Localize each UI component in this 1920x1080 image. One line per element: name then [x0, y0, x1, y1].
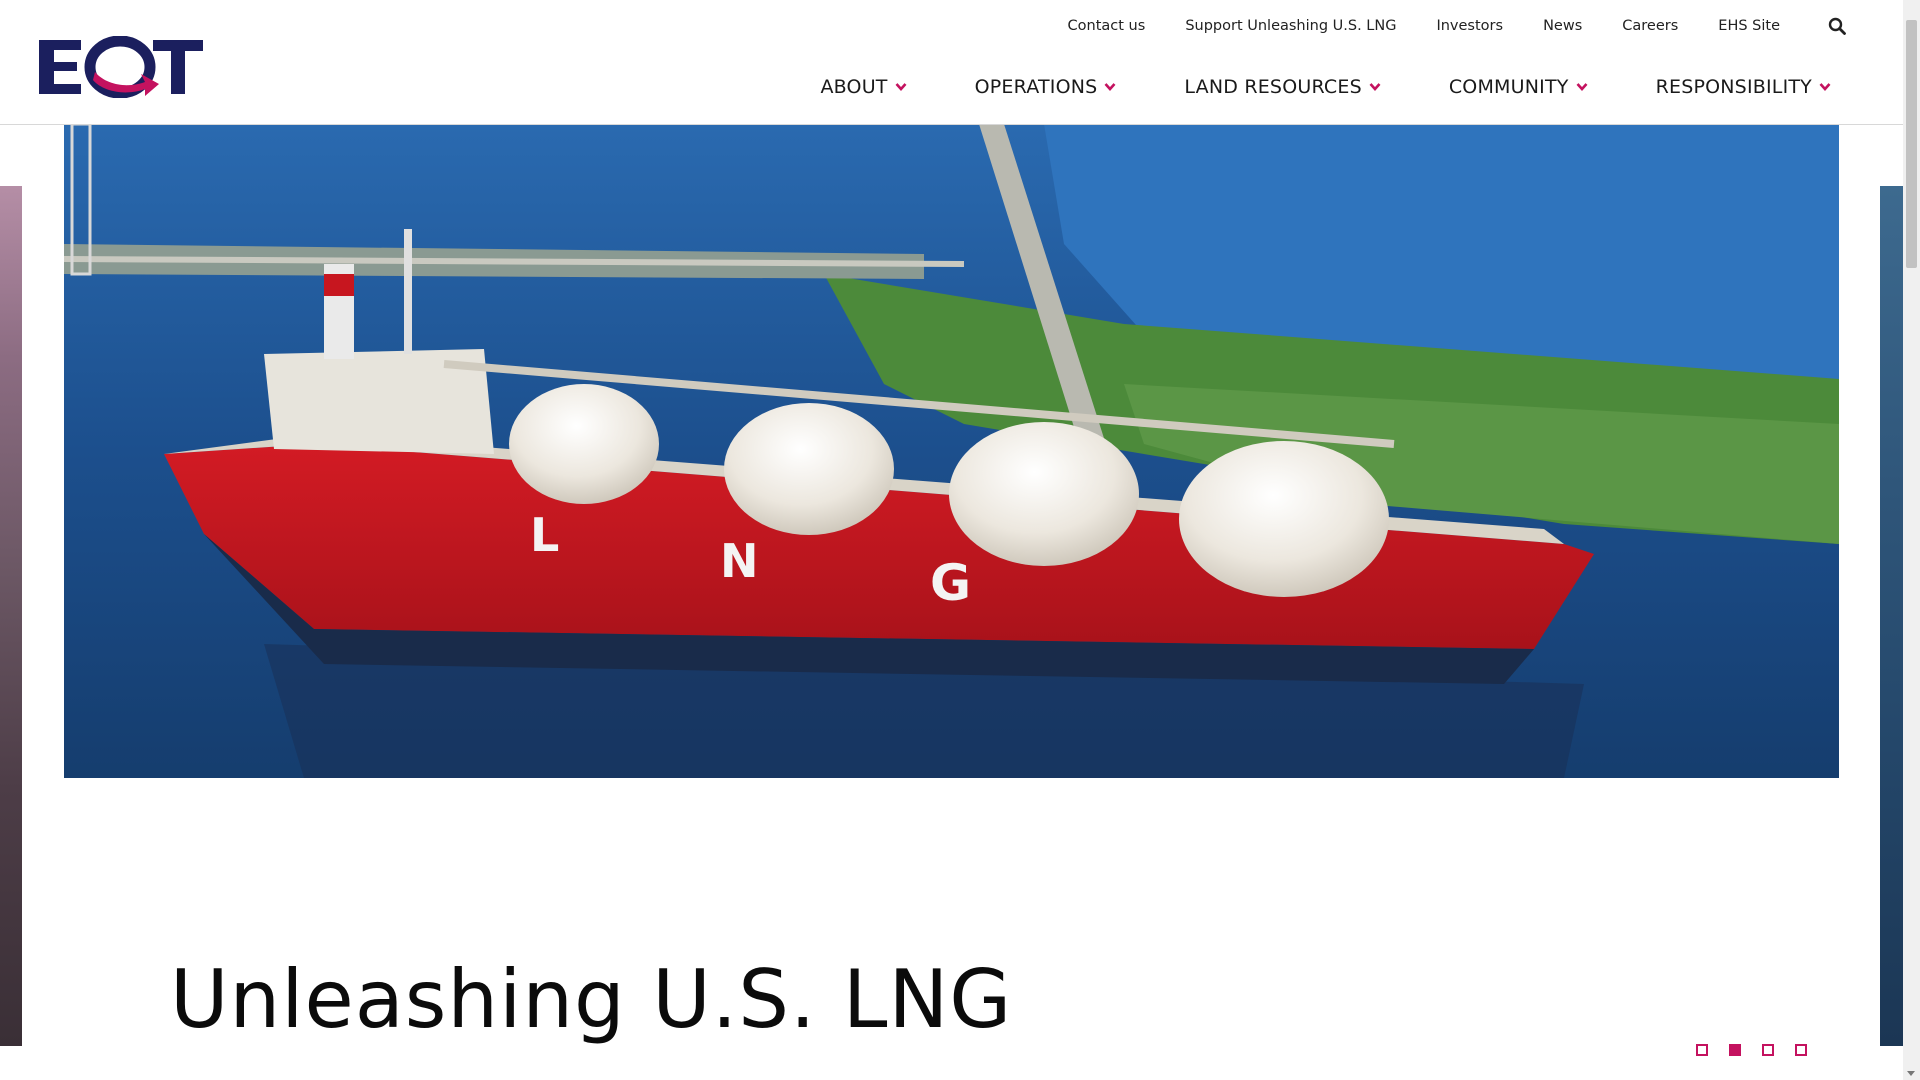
scrollbar-thumb[interactable] [1906, 20, 1917, 268]
nav-operations-label: OPERATIONS [974, 76, 1098, 98]
previous-slide-peek[interactable] [0, 186, 22, 1046]
support-unleashing-lng-link[interactable]: Support Unleashing U.S. LNG [1185, 18, 1396, 34]
page-scrollbar[interactable] [1903, 0, 1920, 1080]
chevron-down-icon [1576, 83, 1588, 91]
investors-link[interactable]: Investors [1436, 18, 1503, 34]
hero-image-lng-tanker: L N G [64, 124, 1839, 778]
next-slide-peek[interactable] [1880, 186, 1903, 1046]
chevron-down-icon [895, 83, 907, 91]
careers-link[interactable]: Careers [1622, 18, 1678, 34]
ship-letter-n: N [720, 534, 759, 588]
chevron-down-icon [1819, 83, 1831, 91]
main-nav: ABOUT OPERATIONS LAND RESOURCES COMMUNIT… [820, 76, 1831, 98]
news-link[interactable]: News [1543, 18, 1582, 34]
carousel-dot-1[interactable] [1696, 1044, 1708, 1056]
carousel-dot-3[interactable] [1762, 1044, 1774, 1056]
nav-about-label: ABOUT [820, 76, 888, 98]
site-header: Contact us Support Unleashing U.S. LNG I… [0, 0, 1903, 125]
nav-community-label: COMMUNITY [1448, 76, 1569, 98]
ehs-site-link[interactable]: EHS Site [1718, 18, 1780, 34]
nav-land-resources-label: LAND RESOURCES [1184, 76, 1362, 98]
contact-us-link[interactable]: Contact us [1068, 18, 1146, 34]
search-icon[interactable] [1826, 15, 1848, 37]
nav-community[interactable]: COMMUNITY [1449, 76, 1588, 98]
nav-responsibility-label: RESPONSIBILITY [1655, 76, 1812, 98]
carousel-dot-2[interactable] [1729, 1044, 1741, 1056]
scroll-down-arrow-icon[interactable] [1907, 1071, 1915, 1076]
nav-responsibility[interactable]: RESPONSIBILITY [1656, 76, 1831, 98]
nav-about[interactable]: ABOUT [820, 76, 907, 98]
ship-letter-l: L [530, 508, 560, 562]
slide-title: Unleashing U.S. LNG [170, 953, 1013, 1046]
chevron-down-icon [1369, 83, 1381, 91]
utility-nav: Contact us Support Unleashing U.S. LNG I… [1028, 16, 1848, 36]
nav-land-resources[interactable]: LAND RESOURCES [1184, 76, 1381, 98]
eqt-logo[interactable] [37, 35, 205, 99]
ship-letter-g: G [930, 554, 972, 612]
nav-operations[interactable]: OPERATIONS [975, 76, 1117, 98]
carousel-pagination [1696, 1044, 1828, 1056]
carousel-dot-4[interactable] [1795, 1044, 1807, 1056]
chevron-down-icon [1104, 83, 1116, 91]
